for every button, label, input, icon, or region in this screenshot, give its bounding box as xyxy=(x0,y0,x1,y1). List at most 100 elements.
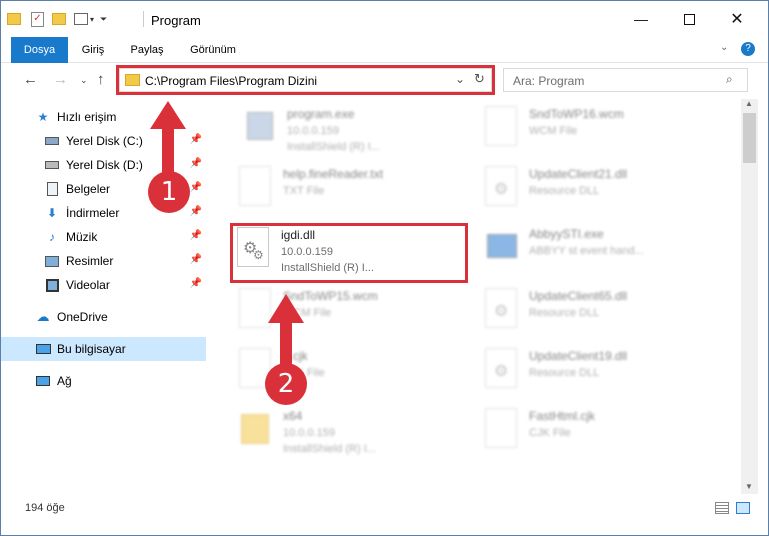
dll-file-icon: ⚙ xyxy=(485,166,517,206)
sidebar-item-label: İndirmeler xyxy=(66,206,120,220)
new-folder-icon[interactable] xyxy=(52,13,66,25)
search-input[interactable]: Ara: Program xyxy=(513,74,584,88)
pin-icon: 📌 xyxy=(189,206,202,217)
file-item[interactable]: program.exe 10.0.0.159 InstallShield (R)… xyxy=(237,103,467,161)
file-list: program.exe 10.0.0.159 InstallShield (R)… xyxy=(209,99,741,494)
file-name: x64 xyxy=(283,409,303,423)
file-item[interactable]: FastHtml.cjk CJK File xyxy=(479,405,709,463)
file-name: AbbyySTI.exe xyxy=(529,227,604,241)
drive-icon xyxy=(44,133,60,149)
folder-file-icon xyxy=(239,408,271,448)
file-item[interactable]: ⚙ UpdateClient65.dll Resource DLL xyxy=(479,285,709,343)
sidebar-item-label: Belgeler xyxy=(66,182,111,196)
back-arrow-icon[interactable]: ← xyxy=(23,71,38,88)
download-icon: ⬇ xyxy=(46,206,58,220)
details-view-icon[interactable] xyxy=(715,502,729,514)
pin-icon: 📌 xyxy=(189,158,202,169)
close-button[interactable]: ✕ xyxy=(714,1,760,37)
file-detail: WCM File xyxy=(283,307,332,319)
sidebar-item-pictures[interactable]: Resimler 📌 xyxy=(1,249,206,273)
sidebar-item-label: Videolar xyxy=(66,278,110,292)
vertical-scrollbar[interactable]: ▲ ▼ xyxy=(741,99,758,494)
sidebar-item-network[interactable]: Ağ xyxy=(1,369,206,393)
step-marker-1: 1 xyxy=(148,171,190,213)
scrollbar-thumb[interactable] xyxy=(743,113,756,163)
large-icons-view-icon[interactable] xyxy=(736,502,750,514)
exe-file-icon xyxy=(485,226,517,266)
search-box[interactable]: Ara: Program ⌕ xyxy=(503,68,748,92)
music-icon: ♪ xyxy=(49,230,55,244)
file-name: SndToWP15.wcm xyxy=(283,289,378,303)
file-detail: 10.0.0.159 xyxy=(287,125,339,137)
exe-file-icon xyxy=(243,106,275,146)
folder-icon xyxy=(7,13,21,25)
cloud-icon: ☁ xyxy=(36,309,50,324)
sidebar-item-this-pc[interactable]: Bu bilgisayar xyxy=(1,337,206,361)
sidebar-item-local-disk-c[interactable]: Yerel Disk (C:) 📌 xyxy=(1,129,206,153)
window-title: Program xyxy=(151,13,201,28)
title-bar: ✓ ▾ ⏷ Program — ✕ xyxy=(1,1,768,37)
file-item[interactable]: SndToWP15.wcm WCM File xyxy=(233,285,463,343)
up-arrow-icon[interactable]: ↑ xyxy=(97,71,105,88)
dll-file-icon: ⚙ xyxy=(485,288,517,328)
file-item[interactable]: x64 10.0.0.159 InstallShield (R) I... xyxy=(233,405,463,463)
star-icon: ★ xyxy=(37,110,49,124)
file-detail: Resource DLL xyxy=(529,307,600,319)
address-highlight-box xyxy=(116,65,495,95)
minimize-button[interactable]: — xyxy=(618,1,664,37)
tab-view[interactable]: Görünüm xyxy=(181,37,245,63)
pin-icon: 📌 xyxy=(189,182,202,193)
navigation-bar: ← → ⌄ ↑ C:\Program Files\Program Dizini … xyxy=(1,63,768,97)
expand-ribbon-icon[interactable]: ⌄ xyxy=(720,42,728,53)
file-item[interactable]: AbbyySTI.exe ABBYY st event hand... xyxy=(479,223,709,281)
recent-locations-icon[interactable]: ⌄ xyxy=(80,75,88,86)
file-name: d.cjk xyxy=(283,349,308,363)
pin-icon: 📌 xyxy=(189,230,202,241)
scroll-down-icon[interactable]: ▼ xyxy=(745,482,753,491)
wcm-file-icon xyxy=(239,288,271,328)
file-item[interactable]: help.fineReader.txt TXT File xyxy=(233,163,463,221)
properties-icon[interactable]: ✓ xyxy=(31,11,44,27)
status-bar: 194 öğe xyxy=(1,495,768,521)
view-options-icon[interactable] xyxy=(74,13,88,25)
tab-home[interactable]: Giriş xyxy=(71,37,115,63)
maximize-button[interactable] xyxy=(666,1,712,37)
file-detail: InstallShield (R) I... xyxy=(287,141,380,153)
step-marker-2: 2 xyxy=(265,363,307,405)
documents-icon xyxy=(44,181,60,197)
file-detail: WCM File xyxy=(529,125,578,137)
wcm-file-icon xyxy=(485,106,517,146)
dll-file-icon: ⚙ xyxy=(485,348,517,388)
text-file-icon xyxy=(239,166,271,206)
close-icon: ✕ xyxy=(730,11,744,28)
file-detail: Resource DLL xyxy=(529,367,600,379)
scroll-up-icon[interactable]: ▲ xyxy=(745,99,753,108)
sidebar-item-music[interactable]: ♪ Müzik 📌 xyxy=(1,225,206,249)
ribbon-tabs: Dosya Giriş Paylaş Görünüm ⌄ ? xyxy=(1,37,768,95)
file-name: SndToWP16.wcm xyxy=(529,107,624,121)
file-name: UpdateClient19.dll xyxy=(529,349,628,363)
file-item[interactable]: ⚙ UpdateClient21.dll Resource DLL xyxy=(479,163,709,221)
file-detail: Resource DLL xyxy=(529,185,600,197)
drive-icon xyxy=(44,157,60,173)
file-item[interactable]: ⚙ UpdateClient19.dll Resource DLL xyxy=(479,345,709,403)
sidebar-item-quick-access[interactable]: ★ Hızlı erişim xyxy=(1,105,206,129)
file-item[interactable]: SndToWP16.wcm WCM File xyxy=(479,103,709,161)
sidebar-item-videos[interactable]: Videolar 📌 xyxy=(1,273,206,297)
customize-toolbar-icon[interactable]: ⏷ xyxy=(100,14,107,25)
sidebar-item-label: OneDrive xyxy=(57,310,108,324)
tab-share[interactable]: Paylaş xyxy=(121,37,173,63)
pin-icon: 📌 xyxy=(189,254,202,265)
file-name: program.exe xyxy=(287,107,355,121)
help-icon[interactable]: ? xyxy=(741,42,755,56)
forward-arrow-icon[interactable]: → xyxy=(53,71,68,88)
sidebar-item-label: Hızlı erişim xyxy=(57,110,117,124)
quick-access-toolbar: ✓ ▾ ⏷ xyxy=(7,10,107,28)
sidebar-item-label: Bu bilgisayar xyxy=(57,342,126,356)
file-detail: 10.0.0.159 xyxy=(283,427,335,439)
file-highlight-box xyxy=(230,223,468,283)
sidebar-item-label: Yerel Disk (D:) xyxy=(66,158,143,172)
search-icon: ⌕ xyxy=(726,72,733,86)
chevron-down-icon[interactable]: ▾ xyxy=(90,15,94,24)
sidebar-item-onedrive[interactable]: ☁ OneDrive xyxy=(1,305,206,329)
